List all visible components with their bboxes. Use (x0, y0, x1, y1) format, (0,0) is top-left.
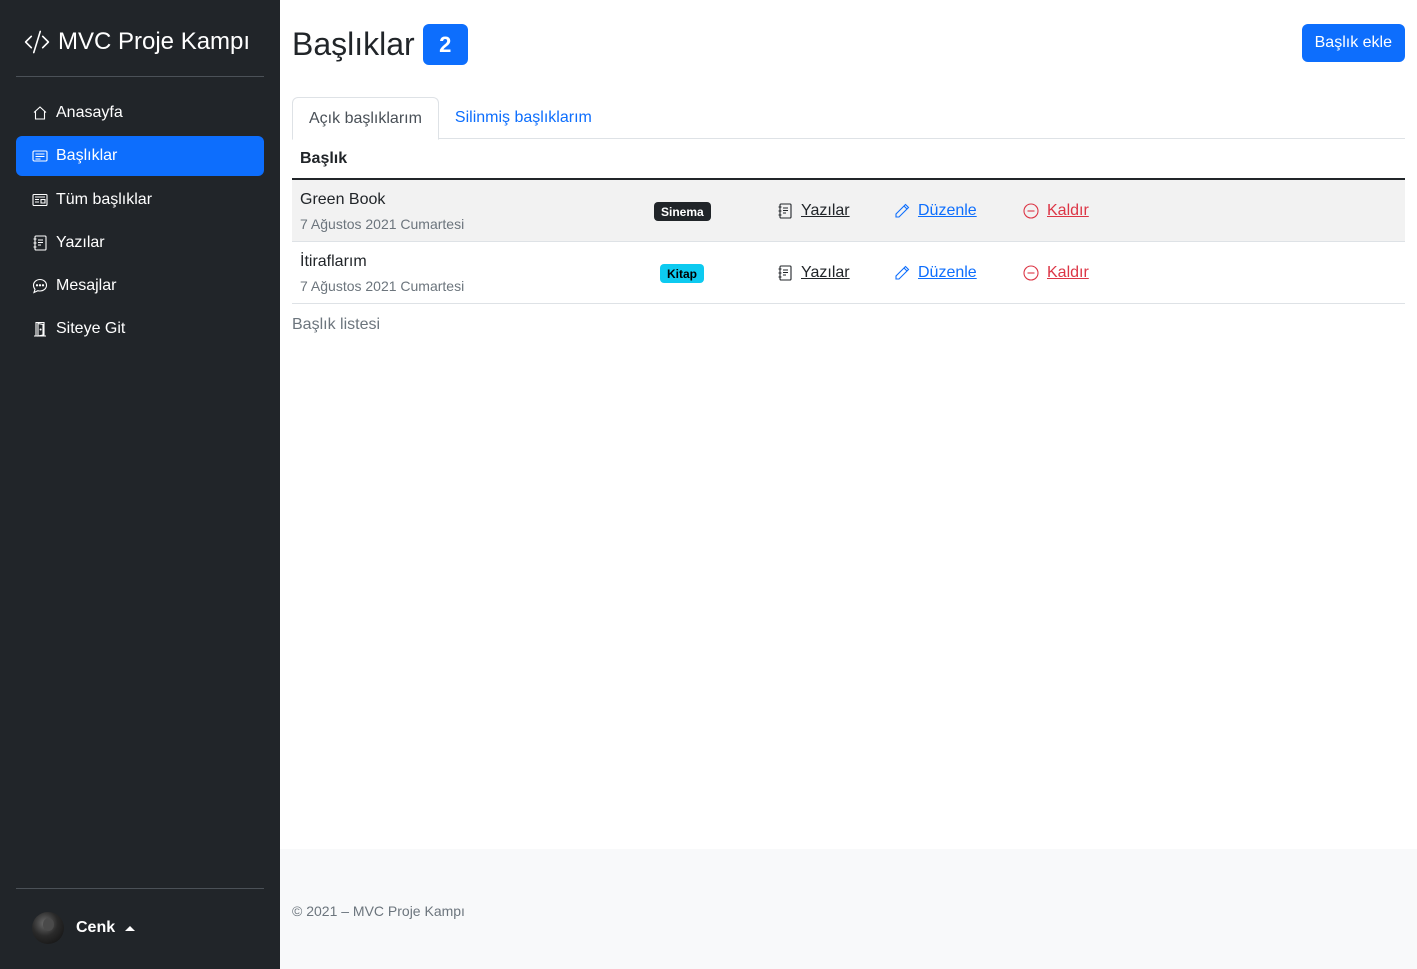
user-menu[interactable]: Cenk (32, 912, 136, 944)
remove-link[interactable]: Kaldır (1023, 264, 1089, 282)
edit-link[interactable]: Düzenle (894, 202, 977, 220)
posts-link-label: Yazılar (801, 264, 850, 281)
door-open-icon (34, 322, 46, 338)
tab-bar: Açık başlıklarım Silinmiş başlıklarım (292, 97, 1405, 140)
journal-text-icon (778, 265, 792, 281)
sidebar-item-label: Yazılar (56, 233, 105, 251)
sidebar: MVC Proje Kampı Anasayfa Başlıklar Tüm b… (0, 0, 280, 969)
category-badge: Sinema (654, 202, 711, 221)
edit-link[interactable]: Düzenle (894, 264, 977, 282)
remove-link-label: Kaldır (1047, 202, 1089, 219)
journal-text-icon (778, 203, 792, 219)
tab-deleted-titles[interactable]: Silinmiş başlıklarım (439, 97, 608, 139)
sidebar-item-label: Başlıklar (56, 147, 118, 165)
row-title: Green Book (300, 191, 386, 208)
card-text-icon (32, 150, 48, 162)
journal-text-icon (33, 235, 47, 251)
sidebar-item-label: Tüm başlıklar (56, 190, 153, 208)
house-icon (33, 106, 47, 120)
remove-link[interactable]: Kaldır (1023, 202, 1089, 220)
pencil-icon (895, 265, 910, 280)
table-caption: Başlık listesi (292, 316, 381, 333)
sidebar-item-siteye-git[interactable]: Siteye Git (16, 309, 264, 349)
column-header-title: Başlık (300, 149, 348, 167)
tab-open-titles[interactable]: Açık başlıklarım (292, 97, 439, 140)
sidebar-item-label: Anasayfa (56, 104, 123, 121)
posts-link-label: Yazılar (801, 202, 850, 219)
sidebar-divider (16, 76, 264, 77)
titles-table: Başlık Green Book 7 Ağustos 2021 Cumarte… (292, 139, 1405, 304)
main-content: Başlıklar 2 Başlık ekle Açık başlıklarım… (280, 0, 1417, 969)
brand-name: MVC Proje Kampı (58, 28, 251, 55)
page-header: Başlıklar 2 (292, 24, 468, 65)
dash-circle-icon (1023, 203, 1039, 219)
row-title: İtiraflarım (300, 253, 367, 270)
row-date: 7 Ağustos 2021 Cumartesi (300, 216, 465, 232)
sidebar-item-label: Mesajlar (56, 277, 117, 295)
edit-link-label: Düzenle (918, 202, 977, 219)
dash-circle-icon (1023, 265, 1039, 281)
table-header: Başlık (292, 139, 1405, 180)
sidebar-item-mesajlar[interactable]: Mesajlar (16, 266, 264, 306)
posts-link[interactable]: Yazılar (777, 202, 850, 220)
footer: © 2021 – MVC Proje Kampı (280, 849, 1417, 969)
sidebar-item-label: Siteye Git (56, 320, 126, 338)
newspaper-icon (32, 193, 48, 206)
sidebar-item-basliklar[interactable]: Başlıklar (16, 136, 264, 177)
posts-link[interactable]: Yazılar (777, 264, 850, 282)
brand[interactable]: MVC Proje Kampı (24, 28, 250, 56)
table-row: İtiraflarım 7 Ağustos 2021 Cumartesi Kit… (292, 242, 1405, 304)
add-title-button[interactable]: Başlık ekle (1301, 24, 1405, 62)
page-title: Başlıklar (292, 26, 415, 62)
sidebar-item-yazilar[interactable]: Yazılar (16, 223, 264, 263)
sidebar-divider-bottom (16, 888, 264, 889)
sidebar-item-tum-basliklar[interactable]: Tüm başlıklar (16, 180, 264, 220)
chat-dots-icon (32, 279, 48, 294)
edit-link-label: Düzenle (918, 264, 977, 281)
avatar (32, 912, 64, 944)
table-row: Green Book 7 Ağustos 2021 Cumartesi Sine… (292, 180, 1405, 242)
category-badge: Kitap (660, 264, 704, 283)
caret-up-icon (125, 925, 136, 931)
sidebar-nav: Anasayfa Başlıklar Tüm başlıklar Yazılar… (16, 93, 264, 353)
remove-link-label: Kaldır (1047, 264, 1089, 281)
count-badge: 2 (422, 24, 468, 65)
pencil-icon (895, 203, 910, 218)
footer-copyright: © 2021 – MVC Proje Kampı (292, 903, 465, 919)
user-name: Cenk (76, 919, 116, 936)
sidebar-item-anasayfa[interactable]: Anasayfa (16, 93, 264, 133)
code-slash-icon (24, 30, 50, 54)
row-date: 7 Ağustos 2021 Cumartesi (300, 278, 465, 294)
